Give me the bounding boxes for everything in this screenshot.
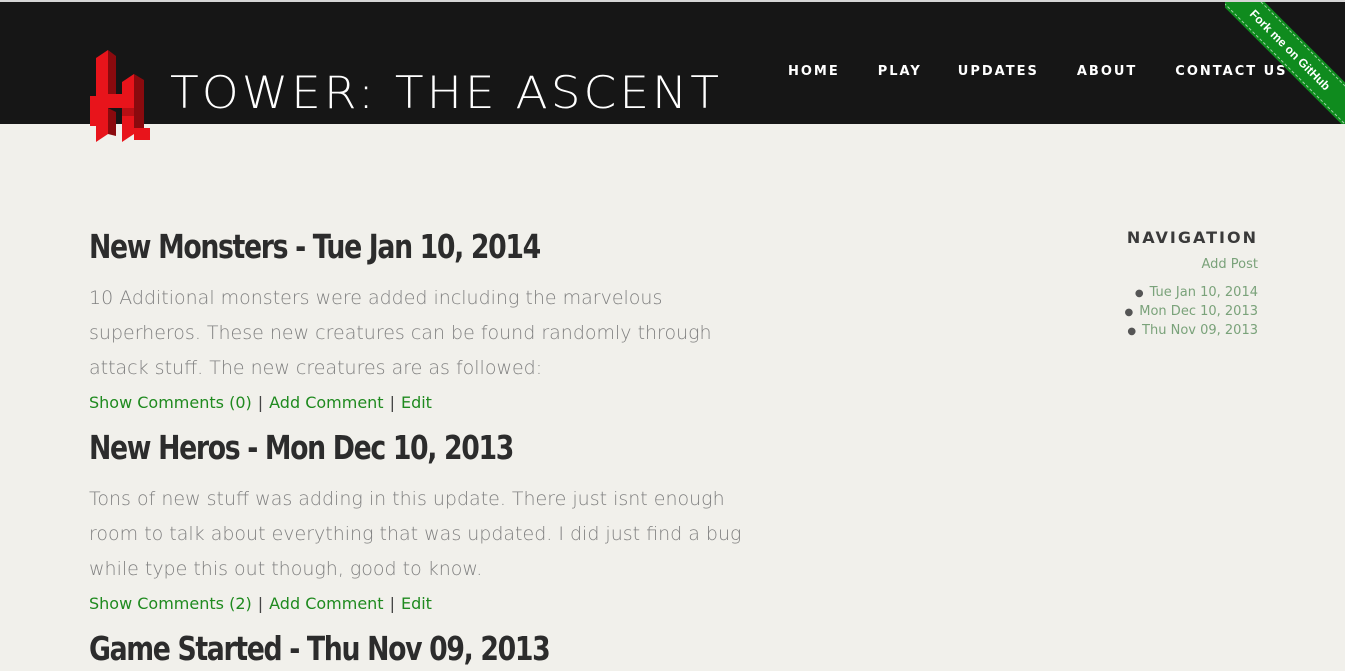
add-post-link[interactable]: Add Post <box>1038 257 1258 273</box>
archive-item: ● Thu Nov 09, 2013 <box>1038 322 1258 341</box>
separator: | <box>389 393 395 412</box>
show-comments-link[interactable]: Show Comments (2) <box>89 594 252 613</box>
archive-item: ● Mon Dec 10, 2013 <box>1038 303 1258 322</box>
archive-list: ● Tue Jan 10, 2014 ● Mon Dec 10, 2013 ● Thu… <box>1038 284 1258 341</box>
post-body: 10 Additional monsters were added includ… <box>89 287 712 379</box>
post: New Heros - Mon Dec 10, 2013 Tons of new… <box>89 426 769 617</box>
site-title[interactable]: TOWER: THE ASCENT <box>170 68 722 119</box>
edit-link[interactable]: Edit <box>401 594 432 613</box>
separator: | <box>257 594 264 613</box>
post-title: New Monsters - Tue Jan 10, 2014 <box>89 227 541 266</box>
tower-logo-icon[interactable] <box>88 44 154 144</box>
fork-me-ribbon[interactable]: Fork me on GitHub <box>1225 2 1345 124</box>
bullet-icon: ● <box>1124 307 1134 318</box>
archive-link[interactable]: Tue Jan 10, 2014 <box>1150 285 1258 300</box>
post: New Monsters - Tue Jan 10, 2014 10 Addit… <box>89 225 769 416</box>
post-title: New Heros - Mon Dec 10, 2013 <box>89 428 514 467</box>
archive-link[interactable]: Mon Dec 10, 2013 <box>1139 304 1258 319</box>
bullet-icon: ● <box>1127 326 1137 337</box>
page: TOWER: THE ASCENT HOME PLAY UPDATES ABOU… <box>0 0 1345 671</box>
posts-list: New Monsters - Tue Jan 10, 2014 10 Addit… <box>89 225 769 671</box>
post-actions: Show Comments (2) | Add Comment | Edit <box>89 591 769 617</box>
nav-play[interactable]: PLAY <box>878 64 922 80</box>
add-comment-link[interactable]: Add Comment <box>269 393 383 412</box>
main-nav: HOME PLAY UPDATES ABOUT CONTACT US <box>788 64 1288 80</box>
add-comment-link[interactable]: Add Comment <box>269 594 383 613</box>
archive-item: ● Tue Jan 10, 2014 <box>1038 284 1258 303</box>
post: Game Started - Thu Nov 09, 2013 <box>89 627 769 671</box>
nav-updates[interactable]: UPDATES <box>958 64 1039 80</box>
fork-ribbon-container: Fork me on GitHub <box>1225 2 1345 124</box>
post-actions: Show Comments (0) | Add Comment | Edit <box>89 390 769 416</box>
sidebar-title: NAVIGATION <box>1126 228 1258 247</box>
separator: | <box>389 594 395 613</box>
separator: | <box>257 393 264 412</box>
post-body: Tons of new stuff was adding in this upd… <box>89 488 742 580</box>
post-title: Game Started - Thu Nov 09, 2013 <box>89 629 551 668</box>
archive-link[interactable]: Thu Nov 09, 2013 <box>1142 323 1258 338</box>
nav-home[interactable]: HOME <box>788 64 840 80</box>
nav-about[interactable]: ABOUT <box>1077 64 1137 80</box>
show-comments-link[interactable]: Show Comments (0) <box>89 393 252 412</box>
site-header: TOWER: THE ASCENT HOME PLAY UPDATES ABOU… <box>0 2 1345 142</box>
bullet-icon: ● <box>1134 288 1144 299</box>
sidebar-navigation: NAVIGATION Add Post ● Tue Jan 10, 2014 ● M… <box>1038 228 1258 341</box>
edit-link[interactable]: Edit <box>401 393 432 412</box>
